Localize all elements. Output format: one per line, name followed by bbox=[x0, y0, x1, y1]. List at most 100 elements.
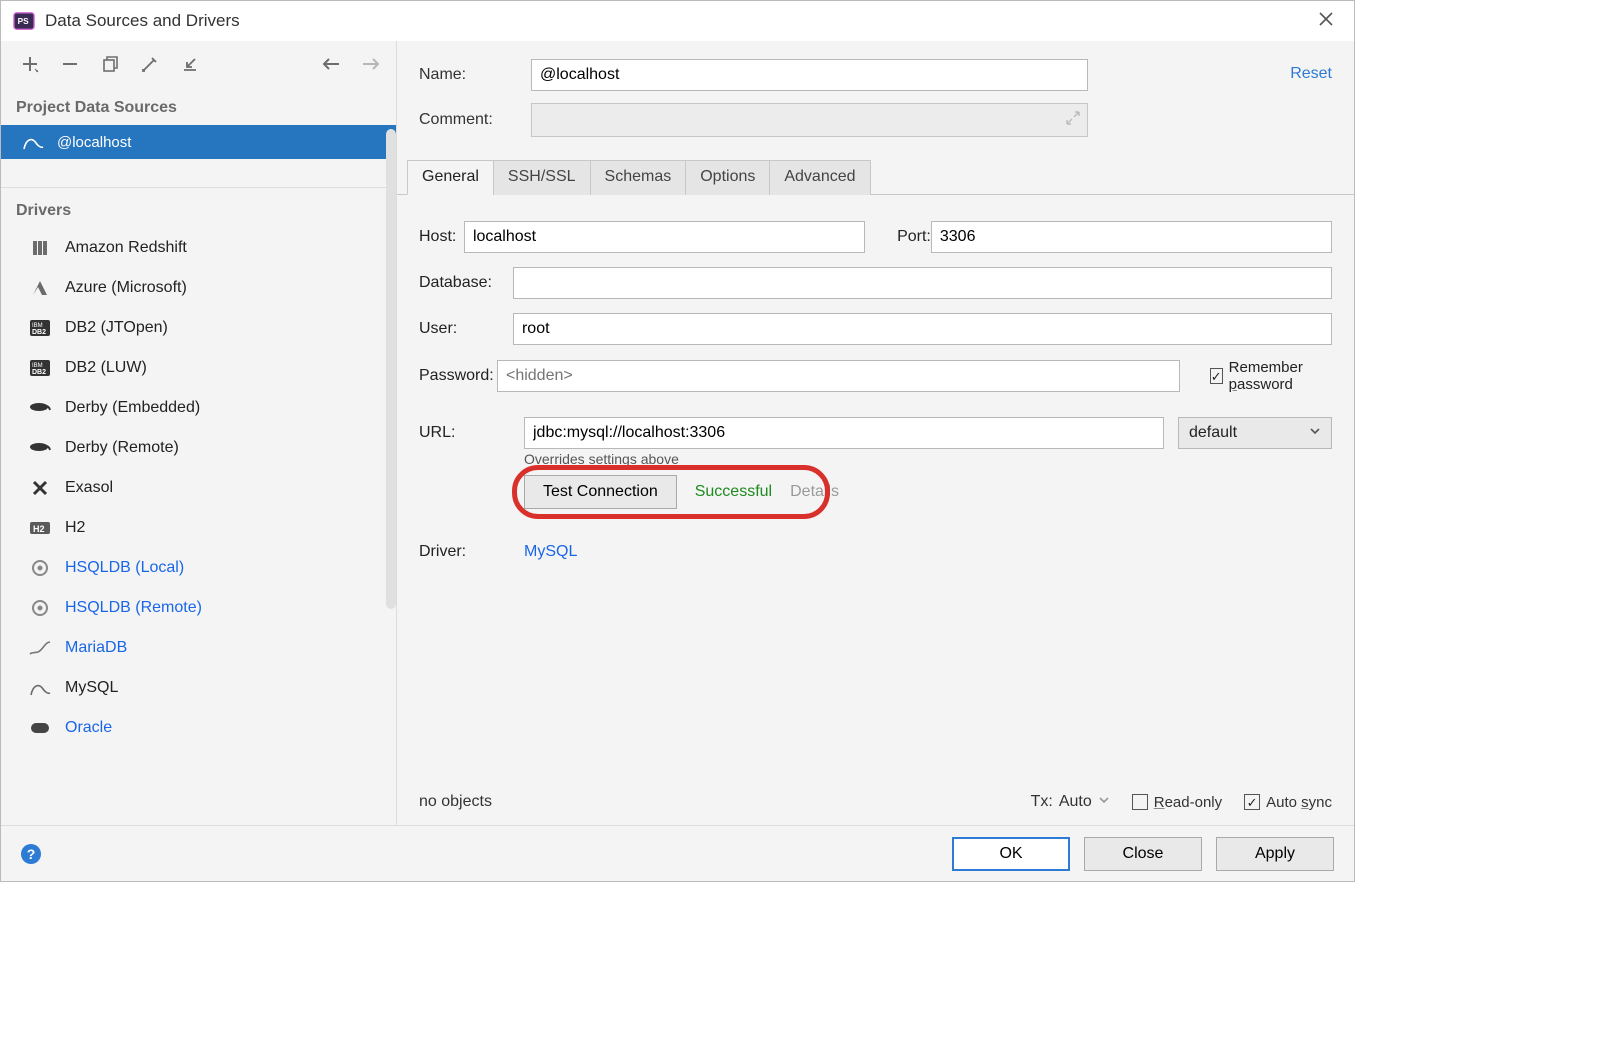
driver-item[interactable]: Azure (Microsoft) bbox=[1, 268, 396, 308]
back-button[interactable] bbox=[320, 53, 342, 75]
remember-password-label: Remember password bbox=[1229, 359, 1332, 393]
db2-icon: IBMDB2 bbox=[27, 357, 53, 379]
settings-button[interactable] bbox=[139, 53, 161, 75]
svg-text:DB2: DB2 bbox=[32, 329, 46, 336]
dialog-footer: ? OK Close Apply bbox=[1, 825, 1354, 881]
help-icon[interactable]: ? bbox=[21, 844, 41, 864]
host-label: Host: bbox=[419, 228, 464, 246]
forward-button[interactable] bbox=[360, 53, 382, 75]
close-icon[interactable] bbox=[1310, 6, 1342, 37]
svg-text:PS: PS bbox=[18, 17, 30, 26]
driver-item[interactable]: IBMDB2DB2 (JTOpen) bbox=[1, 308, 396, 348]
data-source-item[interactable]: @localhost bbox=[1, 125, 396, 159]
user-label: User: bbox=[419, 320, 513, 338]
tab-general[interactable]: General bbox=[407, 160, 494, 195]
url-input[interactable] bbox=[524, 417, 1164, 449]
test-connection-button[interactable]: Test Connection bbox=[524, 475, 677, 509]
mysql-icon bbox=[21, 133, 45, 151]
driver-label: H2 bbox=[65, 519, 85, 537]
exasol-icon bbox=[27, 477, 53, 499]
expand-icon[interactable] bbox=[1065, 110, 1081, 129]
driver-item[interactable]: Oracle bbox=[1, 708, 396, 748]
driver-label: Amazon Redshift bbox=[65, 239, 187, 257]
dialog-window: PS Data Sources and Drivers bbox=[0, 0, 1355, 882]
import-button[interactable] bbox=[179, 53, 201, 75]
sidebar: Project Data Sources @localhost Drivers … bbox=[1, 41, 397, 825]
read-only-checkbox[interactable]: Read-only bbox=[1132, 794, 1222, 811]
driver-label: DB2 (LUW) bbox=[65, 359, 147, 377]
driver-item[interactable]: IBMDB2 DB2 (LUW) bbox=[1, 348, 396, 388]
driver-item[interactable]: HSQLDB (Local) bbox=[1, 548, 396, 588]
derby-icon bbox=[27, 437, 53, 459]
name-input[interactable] bbox=[531, 59, 1088, 91]
driver-item[interactable]: Exasol bbox=[1, 468, 396, 508]
driver-item[interactable]: Derby (Embedded) bbox=[1, 388, 396, 428]
driver-label: Oracle bbox=[65, 719, 112, 737]
tabs: GeneralSSH/SSLSchemasOptionsAdvanced bbox=[397, 159, 1354, 195]
driver-label: Derby (Embedded) bbox=[65, 399, 200, 417]
database-label: Database: bbox=[419, 274, 513, 292]
driver-item[interactable]: HSQLDB (Remote) bbox=[1, 588, 396, 628]
h2-icon: H2 bbox=[27, 517, 53, 539]
tab-advanced[interactable]: Advanced bbox=[769, 160, 870, 195]
driver-label: Derby (Remote) bbox=[65, 439, 179, 457]
checkbox-icon bbox=[1132, 794, 1148, 810]
driver-item[interactable]: MariaDB bbox=[1, 628, 396, 668]
add-button[interactable] bbox=[19, 53, 41, 75]
duplicate-button[interactable] bbox=[99, 53, 121, 75]
close-button[interactable]: Close bbox=[1084, 837, 1202, 871]
port-input[interactable] bbox=[931, 221, 1332, 253]
password-input[interactable] bbox=[497, 360, 1180, 392]
svg-text:H2: H2 bbox=[33, 524, 45, 534]
svg-text:DB2: DB2 bbox=[32, 369, 46, 376]
reset-link[interactable]: Reset bbox=[1290, 65, 1332, 83]
scrollbar[interactable] bbox=[386, 129, 396, 609]
driver-item[interactable]: H2 H2 bbox=[1, 508, 396, 548]
driver-item[interactable]: Amazon Redshift bbox=[1, 228, 396, 268]
auto-sync-checkbox[interactable]: Auto sync bbox=[1244, 794, 1332, 811]
data-source-label: @localhost bbox=[57, 134, 131, 151]
tx-label: Tx: bbox=[1031, 793, 1053, 811]
driver-label: Azure (Microsoft) bbox=[65, 279, 187, 297]
azure-icon bbox=[27, 277, 53, 299]
driver-item[interactable]: MySQL bbox=[1, 668, 396, 708]
tx-value: Auto bbox=[1059, 793, 1092, 811]
driver-label: MySQL bbox=[65, 679, 118, 697]
driver-item[interactable]: Derby (Remote) bbox=[1, 428, 396, 468]
comment-input[interactable] bbox=[531, 103, 1088, 137]
url-hint: Overrides settings above bbox=[524, 451, 1332, 467]
form-header: Reset Name: Comment: bbox=[397, 41, 1354, 159]
driver-label: HSQLDB (Remote) bbox=[65, 599, 202, 617]
url-mode-select[interactable]: default bbox=[1178, 417, 1332, 449]
drivers-list: Amazon RedshiftAzure (Microsoft)IBMDB2DB… bbox=[1, 228, 396, 825]
sidebar-separator bbox=[1, 187, 396, 188]
section-data-sources: Project Data Sources bbox=[1, 87, 396, 125]
tx-mode-select[interactable]: Tx: Auto bbox=[1031, 793, 1110, 811]
remove-button[interactable] bbox=[59, 53, 81, 75]
remember-password-checkbox[interactable]: Remember password bbox=[1210, 359, 1332, 393]
driver-label: Driver: bbox=[419, 543, 524, 561]
host-input[interactable] bbox=[464, 221, 865, 253]
driver-link[interactable]: MySQL bbox=[524, 543, 577, 561]
window-title: Data Sources and Drivers bbox=[45, 11, 240, 31]
apply-button[interactable]: Apply bbox=[1216, 837, 1334, 871]
tab-ssh-ssl[interactable]: SSH/SSL bbox=[493, 160, 591, 195]
data-sources-list: @localhost bbox=[1, 125, 396, 159]
tab-options[interactable]: Options bbox=[685, 160, 770, 195]
driver-label: MariaDB bbox=[65, 639, 127, 657]
objects-status: no objects bbox=[419, 793, 492, 811]
chevron-down-icon bbox=[1098, 793, 1110, 811]
ok-button[interactable]: OK bbox=[952, 837, 1070, 871]
driver-label: HSQLDB (Local) bbox=[65, 559, 184, 577]
main-panel: Reset Name: Comment: Gene bbox=[397, 41, 1354, 825]
database-input[interactable] bbox=[513, 267, 1332, 299]
connection-status: Successful bbox=[695, 483, 772, 501]
tab-schemas[interactable]: Schemas bbox=[590, 160, 687, 195]
derby-icon bbox=[27, 397, 53, 419]
user-input[interactable] bbox=[513, 313, 1332, 345]
url-mode-value: default bbox=[1189, 424, 1237, 442]
mysql-icon bbox=[27, 677, 53, 699]
status-bar: no objects Tx: Auto Read-only Auto sync bbox=[419, 793, 1332, 811]
oracle-icon bbox=[27, 717, 53, 739]
details-link[interactable]: Details bbox=[790, 483, 839, 501]
